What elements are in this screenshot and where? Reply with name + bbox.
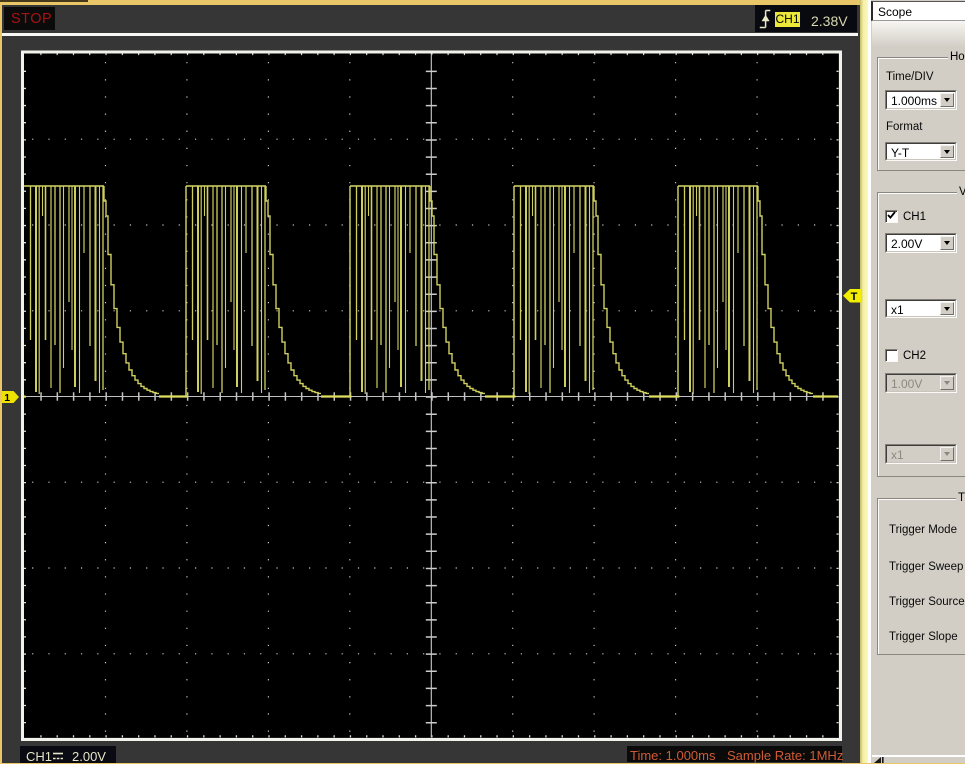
svg-text:1: 1 [4,392,10,403]
svg-text:T: T [851,291,858,303]
